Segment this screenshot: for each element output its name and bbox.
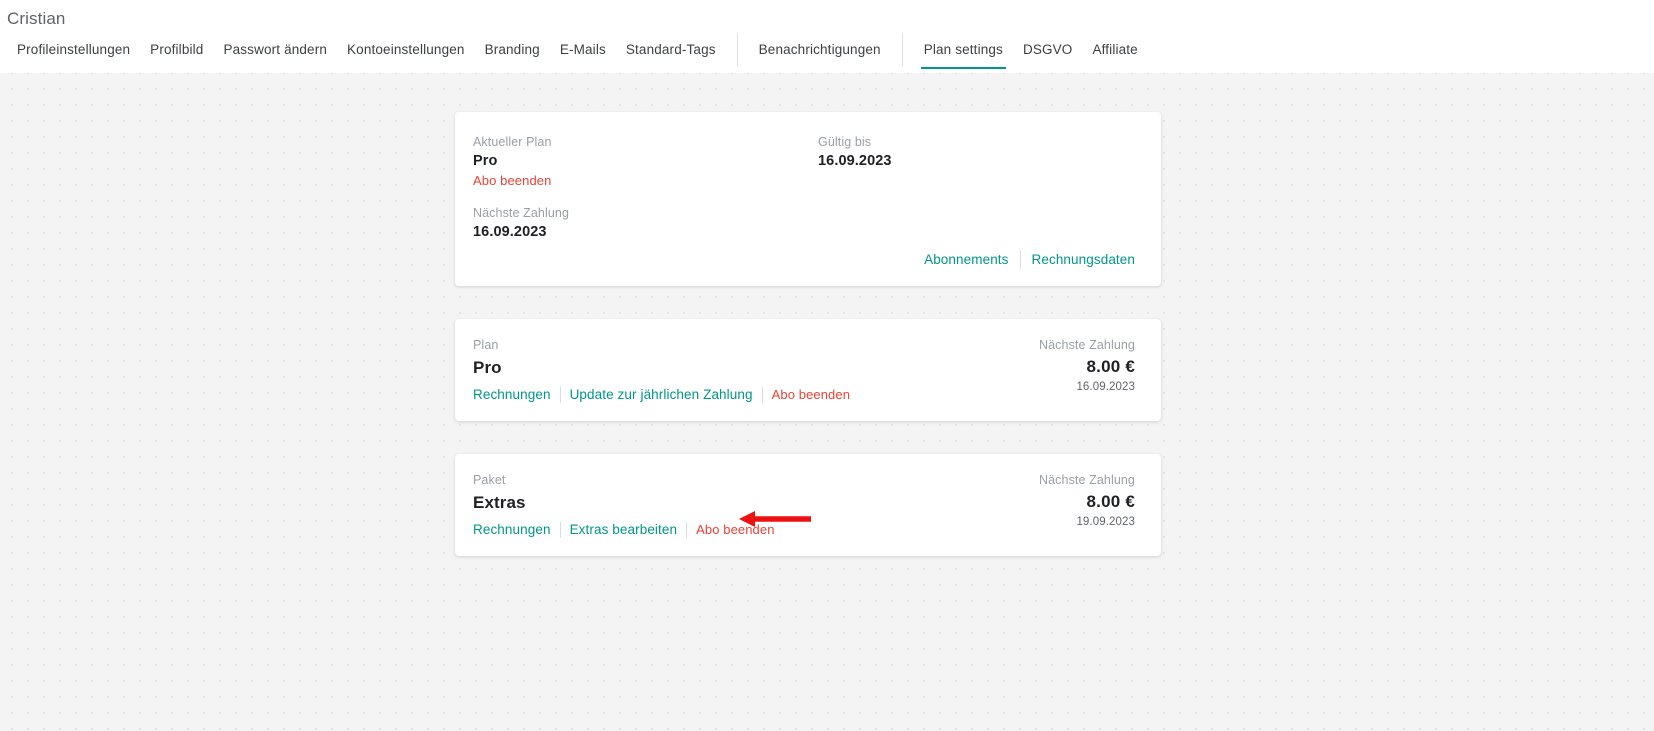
tab-profileinstellungen[interactable]: Profileinstellungen	[7, 30, 140, 69]
subscription-type-label: Plan	[473, 338, 499, 352]
billing-data-link[interactable]: Rechnungsdaten	[1032, 252, 1135, 267]
tab-standard-tags[interactable]: Standard-Tags	[616, 30, 726, 69]
cancel-subscription-link[interactable]: Abo beenden	[473, 171, 551, 190]
tab-label: E-Mails	[559, 42, 606, 57]
tab-label: Affiliate	[1092, 42, 1138, 57]
page-canvas: Aktueller Plan Pro Abo beenden Nächste Z…	[0, 73, 1654, 731]
tab-label: Standard-Tags	[625, 42, 716, 57]
invoices-link[interactable]: Rechnungen	[473, 522, 551, 537]
upgrade-yearly-link[interactable]: Update zur jährlichen Zahlung	[570, 387, 753, 402]
tab-label: Branding	[484, 42, 540, 57]
action-divider	[761, 386, 763, 403]
tab-dsgvo[interactable]: DSGVO	[1013, 30, 1083, 69]
page-title: Cristian	[7, 9, 66, 28]
tab-emails[interactable]: E-Mails	[550, 30, 616, 69]
next-payment-date: 16.09.2023	[1076, 381, 1135, 393]
subscription-payment: Nächste Zahlung 8.00 € 19.09.2023	[1039, 471, 1135, 530]
tab-label: Profilbild	[150, 42, 204, 57]
tab-label: Passwort ändern	[223, 42, 328, 57]
cards-column: Aktueller Plan Pro Abo beenden Nächste Z…	[455, 112, 1161, 589]
tab-branding[interactable]: Branding	[475, 30, 550, 69]
action-divider	[686, 521, 688, 538]
tab-group-divider	[901, 33, 903, 66]
subscription-payment: Nächste Zahlung 8.00 € 16.09.2023	[1039, 336, 1135, 395]
tab-label: Plan settings	[923, 42, 1003, 57]
tab-benachrichtigungen[interactable]: Benachrichtigungen	[749, 30, 891, 69]
next-payment-value: 16.09.2023	[473, 224, 547, 240]
subscription-info: Paket Extras Rechnungen Extras bearbeite…	[473, 471, 775, 539]
app-header: Cristian Profileinstellungen Profilbild …	[0, 0, 1654, 73]
subscription-card-extras: Paket Extras Rechnungen Extras bearbeite…	[455, 454, 1161, 556]
tab-kontoeinstellungen[interactable]: Kontoeinstellungen	[337, 30, 475, 69]
invoices-link[interactable]: Rechnungen	[473, 387, 551, 402]
tab-label: Profileinstellungen	[17, 42, 131, 57]
next-payment-label: Nächste Zahlung	[1038, 473, 1135, 487]
action-divider	[559, 386, 561, 403]
plan-overview-footer: Abonnements Rechnungsdaten	[924, 250, 1135, 269]
subscription-info: Plan Pro Rechnungen Update zur jährliche…	[473, 336, 850, 404]
edit-extras-link[interactable]: Extras bearbeiten	[570, 522, 678, 537]
plan-overview-right-column: Gültig bis 16.09.2023	[818, 133, 1135, 242]
subscription-actions: Rechnungen Update zur jährlichen Zahlung…	[473, 385, 850, 404]
cancel-subscription-link[interactable]: Abo beenden	[772, 385, 850, 404]
next-payment-date: 19.09.2023	[1076, 516, 1135, 528]
subscription-name: Extras	[473, 493, 526, 512]
subscriptions-link[interactable]: Abonnements	[924, 252, 1008, 267]
cancel-subscription-link[interactable]: Abo beenden	[696, 520, 774, 539]
plan-overview-card: Aktueller Plan Pro Abo beenden Nächste Z…	[455, 112, 1161, 286]
tab-label: Benachrichtigungen	[758, 42, 881, 57]
next-payment-label: Nächste Zahlung	[473, 206, 570, 220]
tab-label: Kontoeinstellungen	[347, 42, 465, 57]
next-payment-amount: 8.00 €	[1086, 492, 1135, 511]
plan-overview-left-column: Aktueller Plan Pro Abo beenden Nächste Z…	[473, 133, 818, 242]
tab-profilbild[interactable]: Profilbild	[140, 30, 213, 69]
valid-until-label: Gültig bis	[818, 135, 872, 149]
tab-bar: Profileinstellungen Profilbild Passwort …	[0, 30, 1654, 69]
action-divider	[559, 521, 561, 538]
tab-group-divider	[736, 33, 738, 66]
valid-until-value: 16.09.2023	[818, 153, 892, 169]
next-payment-label: Nächste Zahlung	[1038, 338, 1135, 352]
subscription-type-label: Paket	[473, 473, 506, 487]
subscription-card-plan: Plan Pro Rechnungen Update zur jährliche…	[455, 319, 1161, 421]
current-plan-value: Pro	[473, 153, 498, 169]
tab-label: DSGVO	[1022, 42, 1073, 57]
tab-plan-settings[interactable]: Plan settings	[914, 30, 1013, 69]
subscription-actions: Rechnungen Extras bearbeiten Abo beenden	[473, 520, 775, 539]
tab-passwort-aendern[interactable]: Passwort ändern	[213, 30, 337, 69]
subscription-name: Pro	[473, 358, 502, 377]
footer-link-divider	[1019, 250, 1021, 269]
current-plan-label: Aktueller Plan	[473, 135, 552, 149]
next-payment-amount: 8.00 €	[1086, 357, 1135, 376]
tab-affiliate[interactable]: Affiliate	[1082, 30, 1147, 69]
